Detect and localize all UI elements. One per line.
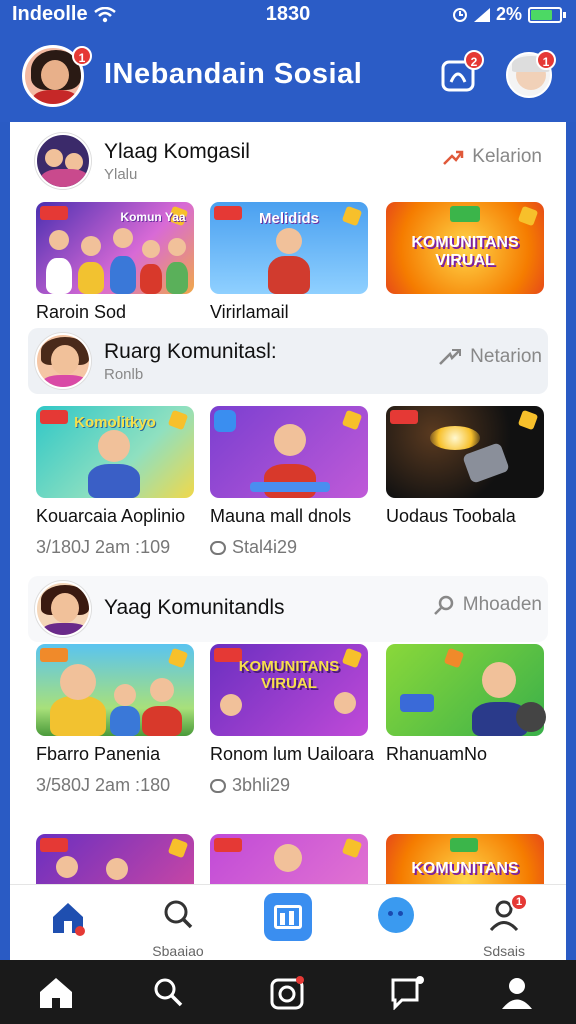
- comment-icon: [210, 778, 226, 793]
- card-thumbnail: [386, 406, 544, 498]
- home-icon: [53, 903, 85, 936]
- section-action[interactable]: Netarion: [438, 346, 542, 368]
- share-icon: [439, 349, 462, 365]
- card-title: RhanuamNo: [386, 744, 488, 764]
- profile-badge: 1: [536, 50, 556, 70]
- section-action-label: Netarion: [470, 346, 542, 367]
- section-header[interactable]: Ruarg Komunitasl: Ronlb Netarion: [28, 328, 548, 394]
- nav-create[interactable]: [248, 893, 328, 957]
- user-icon: [502, 978, 532, 1009]
- community-card[interactable]: Komun Yaa Raroin Sod: [36, 202, 194, 323]
- message-icon: [378, 897, 414, 933]
- search-icon: [433, 595, 454, 615]
- search-icon: [164, 900, 193, 929]
- card-thumbnail: KOMUNITANS VIRUAL: [386, 202, 544, 294]
- community-card[interactable]: Melidids Virirlamail: [210, 202, 368, 323]
- page-title: INebandain Sosial: [104, 58, 363, 90]
- section-action-label: Kelarion: [472, 146, 542, 167]
- card-thumbnail: [36, 834, 194, 884]
- nav-home[interactable]: [28, 893, 108, 957]
- section-header[interactable]: Yaag Komunitandls Mhoaden: [28, 576, 548, 642]
- card-title: Ronom lum Uailoara: [210, 744, 375, 764]
- card-meta: 3/580J 2am :180: [36, 775, 171, 795]
- card-title: Uodaus Toobala: [386, 506, 516, 526]
- community-card[interactable]: Komolitkyo Kouarcaia Aoplinio 3/180J 2am…: [36, 406, 194, 558]
- system-nav-bar: [0, 960, 576, 1024]
- battery-icon: [528, 6, 566, 23]
- community-card[interactable]: Uodaus Toobala: [386, 406, 544, 527]
- community-card[interactable]: Mauna mall dnols Stal4i29: [210, 406, 368, 558]
- bottom-nav: Sbaaiao 1 Sdsais: [10, 884, 566, 960]
- card-title: Kouarcaia Aoplinio: [36, 506, 186, 526]
- search-icon: [154, 978, 183, 1007]
- section-title: Ylaag Komgasil: [104, 140, 250, 163]
- card-thumbnail: [36, 644, 194, 736]
- community-card[interactable]: Fbarro Panenia 3/580J 2am :180: [36, 644, 194, 796]
- system-profile-button[interactable]: [500, 976, 540, 1012]
- system-camera-button[interactable]: [270, 976, 310, 1012]
- card-thumbnail: [210, 834, 368, 884]
- card-thumbnail: Komolitkyo: [36, 406, 194, 498]
- feed: Ylaag Komgasil Ylalu Kelarion Komun Yaa: [10, 122, 566, 884]
- card-thumbnail: Melidids: [210, 202, 368, 294]
- pin-icon: [443, 150, 464, 165]
- card-thumbnail: KOMUNITANS VIRUAL: [210, 644, 368, 736]
- card-title: Raroin Sod: [36, 302, 127, 322]
- create-icon: [264, 893, 312, 941]
- nav-search-label: Sbaaiao: [152, 943, 204, 959]
- section-title: Yaag Komunitandls: [104, 596, 285, 619]
- camera-icon: [270, 976, 304, 1010]
- section-action-label: Mhoaden: [462, 594, 542, 615]
- section-action[interactable]: Kelarion: [442, 146, 542, 168]
- home-icon: [40, 978, 72, 1008]
- card-meta-text: Stal4i29: [232, 537, 298, 557]
- community-card[interactable]: KOMUNITANS: [386, 834, 544, 884]
- nav-profile-label: Sdsais: [482, 943, 526, 959]
- system-search-button[interactable]: [152, 976, 192, 1012]
- card-meta: Stal4i29: [210, 537, 368, 558]
- avatar-badge: 1: [72, 46, 92, 66]
- section-title: Ruarg Komunitasl:: [104, 340, 277, 363]
- card-title: Fbarro Panenia: [36, 744, 161, 764]
- nav-search[interactable]: Sbaaiao: [138, 893, 218, 959]
- comment-icon: [210, 540, 226, 555]
- section-avatar: [35, 333, 91, 389]
- app-header: 1 INebandain Sosial 2 1: [0, 30, 576, 122]
- community-card[interactable]: KOMUNITANS VIRUAL Ronom lum Uailoara 3bh…: [210, 644, 375, 796]
- section-avatar: [35, 581, 91, 637]
- section-subtitle: Ronlb: [104, 366, 144, 383]
- card-meta-text: 3bhli29: [232, 775, 291, 795]
- more-button[interactable]: [516, 702, 546, 732]
- card-thumbnail: KOMUNITANS: [386, 834, 544, 884]
- nav-messages[interactable]: [356, 893, 436, 957]
- card-thumbnail: [210, 406, 368, 498]
- card-title: Virirlamail: [210, 302, 289, 322]
- card-meta: 3/180J 2am :109: [36, 537, 171, 557]
- section-avatar: [35, 133, 91, 189]
- community-card[interactable]: [210, 834, 368, 884]
- community-card[interactable]: [36, 834, 194, 884]
- status-bar: Indeolle 1830 2%: [0, 0, 576, 30]
- battery-percent: 2%: [495, 4, 522, 24]
- chat-icon: [391, 976, 424, 1011]
- system-chat-button[interactable]: [390, 976, 430, 1012]
- community-card[interactable]: KOMUNITANS VIRUAL: [386, 202, 544, 302]
- card-thumbnail: Komun Yaa: [36, 202, 194, 294]
- chat-badge: 2: [464, 50, 484, 70]
- card-title: Mauna mall dnols: [210, 506, 352, 526]
- section-action[interactable]: Mhoaden: [433, 594, 542, 616]
- system-home-button[interactable]: [38, 976, 78, 1012]
- alarm-icon: [452, 7, 467, 22]
- profile-nav-badge: 1: [510, 893, 528, 911]
- section-subtitle: Ylalu: [104, 166, 138, 183]
- signal-icon: [473, 7, 490, 22]
- nav-profile[interactable]: 1 Sdsais: [464, 893, 544, 959]
- community-card[interactable]: RhanuamNo: [386, 644, 546, 765]
- card-meta: 3bhli29: [210, 775, 368, 796]
- section-header[interactable]: Ylaag Komgasil Ylalu Kelarion: [28, 128, 548, 194]
